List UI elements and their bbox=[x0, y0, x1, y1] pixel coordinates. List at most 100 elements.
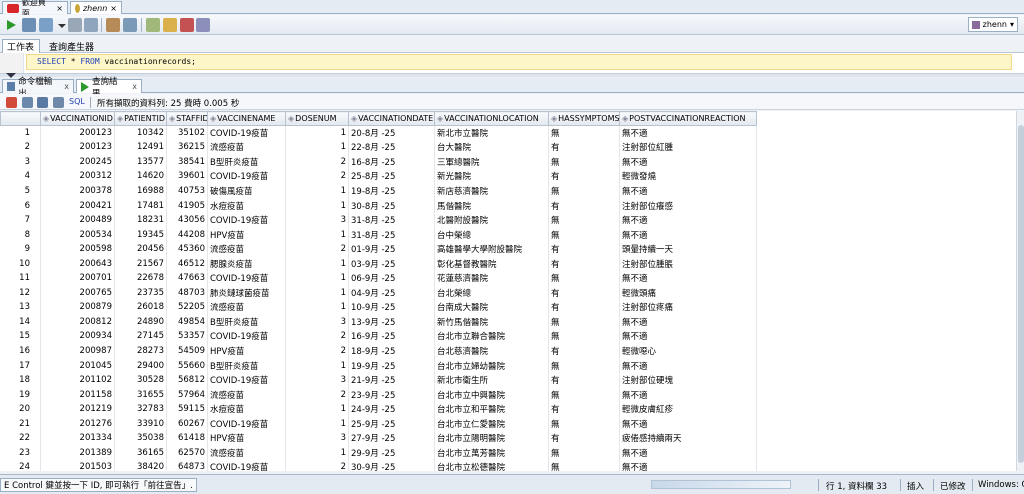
table-cell[interactable]: 25-8月 -25 bbox=[348, 169, 435, 184]
table-cell[interactable]: 23735 bbox=[114, 285, 167, 301]
table-cell[interactable]: HPV疫苗 bbox=[207, 430, 286, 446]
sql-button[interactable]: SQL bbox=[69, 97, 85, 106]
table-cell[interactable]: 無不適 bbox=[619, 460, 757, 471]
table-cell[interactable]: 200598 bbox=[40, 241, 115, 257]
table-cell[interactable]: 3 bbox=[285, 372, 349, 388]
table-cell[interactable]: 200701 bbox=[40, 270, 115, 286]
table-cell[interactable]: 36215 bbox=[166, 140, 208, 155]
table-cell[interactable]: B型肝炎疫苗 bbox=[207, 314, 286, 330]
table-cell[interactable]: 1 bbox=[285, 125, 349, 141]
table-cell[interactable]: HPV疫苗 bbox=[207, 227, 286, 242]
table-cell[interactable]: 無 bbox=[548, 270, 620, 286]
table-row[interactable]: 9 200598 20456 45360 流感疫苗 2 01-9月 -25 高雄醫學大學附設醫… bbox=[0, 241, 757, 257]
table-cell[interactable]: 13577 bbox=[114, 154, 167, 170]
table-cell[interactable]: 彰化基督教醫院 bbox=[434, 256, 549, 271]
table-cell[interactable]: 14620 bbox=[114, 169, 167, 184]
table-row[interactable]: 11 200701 22678 47663 COVID-19疫苗 1 06-9月 -25 花蓮… bbox=[0, 270, 757, 286]
table-cell[interactable]: 201102 bbox=[40, 372, 115, 388]
table-cell[interactable]: 24890 bbox=[114, 314, 167, 330]
table-cell[interactable]: 30528 bbox=[114, 372, 167, 388]
table-cell[interactable]: 台大醫院 bbox=[434, 140, 549, 155]
table-cell[interactable]: COVID-19疫苗 bbox=[207, 460, 286, 471]
table-row[interactable]: 4 200312 14620 39601 COVID-19疫苗 2 25-8月 -25 新光醫… bbox=[0, 169, 757, 184]
table-cell[interactable]: 1 bbox=[285, 285, 349, 301]
table-cell[interactable]: 39601 bbox=[166, 169, 208, 184]
table-cell[interactable]: 200534 bbox=[40, 227, 115, 242]
table-cell[interactable]: COVID-19疫苗 bbox=[207, 169, 286, 184]
table-cell[interactable]: 31-8月 -25 bbox=[348, 212, 435, 228]
row-number[interactable]: 13 bbox=[0, 300, 41, 315]
table-cell[interactable]: COVID-19疫苗 bbox=[207, 270, 286, 286]
table-cell[interactable]: 28273 bbox=[114, 343, 167, 359]
table-cell[interactable]: 2 bbox=[285, 241, 349, 257]
table-cell[interactable]: 200812 bbox=[40, 314, 115, 330]
table-cell[interactable]: 花蓮慈濟醫院 bbox=[434, 270, 549, 286]
table-cell[interactable]: 49854 bbox=[166, 314, 208, 330]
table-cell[interactable]: 疲倦感持續兩天 bbox=[619, 430, 757, 446]
table-cell[interactable]: 29400 bbox=[114, 358, 167, 373]
table-cell[interactable]: 1 bbox=[285, 183, 349, 199]
table-cell[interactable]: 無不適 bbox=[619, 387, 757, 402]
column-header[interactable]: ◈DOSENUM bbox=[285, 111, 349, 126]
autotrace-icon[interactable] bbox=[106, 18, 120, 32]
row-number[interactable]: 9 bbox=[0, 241, 41, 257]
vertical-scrollbar[interactable] bbox=[1016, 111, 1024, 471]
table-cell[interactable]: COVID-19疫苗 bbox=[207, 372, 286, 388]
rollback-icon[interactable] bbox=[68, 18, 82, 32]
history-icon[interactable] bbox=[180, 18, 194, 32]
table-cell[interactable]: COVID-19疫苗 bbox=[207, 125, 286, 141]
table-cell[interactable]: 無不適 bbox=[619, 358, 757, 373]
table-cell[interactable]: 64873 bbox=[166, 460, 208, 471]
column-header[interactable]: ◈HASSYMPTOMS bbox=[548, 111, 620, 126]
refresh-icon[interactable] bbox=[37, 97, 48, 108]
column-header[interactable]: ◈VACCINENAME bbox=[207, 111, 286, 126]
table-cell[interactable]: 無不適 bbox=[619, 227, 757, 242]
table-cell[interactable]: 台北榮總 bbox=[434, 285, 549, 301]
table-cell[interactable]: 32783 bbox=[114, 401, 167, 417]
row-number[interactable]: 22 bbox=[0, 430, 41, 446]
table-cell[interactable]: 有 bbox=[548, 285, 620, 301]
table-cell[interactable]: 54509 bbox=[166, 343, 208, 359]
table-cell[interactable]: 3 bbox=[285, 314, 349, 330]
table-cell[interactable]: 18231 bbox=[114, 212, 167, 228]
table-cell[interactable]: 04-9月 -25 bbox=[348, 285, 435, 301]
table-cell[interactable]: 2 bbox=[285, 387, 349, 402]
row-number[interactable]: 21 bbox=[0, 416, 41, 431]
table-cell[interactable]: 200421 bbox=[40, 198, 115, 213]
table-cell[interactable]: 18-9月 -25 bbox=[348, 343, 435, 359]
table-cell[interactable]: 41905 bbox=[166, 198, 208, 213]
table-cell[interactable]: 43056 bbox=[166, 212, 208, 228]
table-cell[interactable]: 30-8月 -25 bbox=[348, 198, 435, 213]
table-cell[interactable]: 注射部位疼痛 bbox=[619, 300, 757, 315]
table-cell[interactable]: 06-9月 -25 bbox=[348, 270, 435, 286]
table-cell[interactable]: 腮腺炎疫苗 bbox=[207, 256, 286, 271]
table-cell[interactable]: 無不適 bbox=[619, 329, 757, 344]
table-cell[interactable]: 無 bbox=[548, 212, 620, 228]
table-cell[interactable]: 破傷風疫苗 bbox=[207, 183, 286, 199]
table-cell[interactable]: 29-9月 -25 bbox=[348, 445, 435, 461]
table-cell[interactable]: 2 bbox=[285, 460, 349, 471]
row-number[interactable]: 20 bbox=[0, 401, 41, 417]
clear-icon[interactable] bbox=[163, 18, 177, 32]
table-cell[interactable]: 44208 bbox=[166, 227, 208, 242]
table-cell[interactable]: 注射部位癢感 bbox=[619, 198, 757, 213]
run-statement-icon[interactable] bbox=[4, 18, 18, 32]
table-cell[interactable]: 201158 bbox=[40, 387, 115, 402]
editor-results-splitter[interactable] bbox=[0, 73, 1024, 78]
table-cell[interactable]: 注射部位紅腫 bbox=[619, 140, 757, 155]
sql-tuning-icon[interactable] bbox=[123, 18, 137, 32]
table-cell[interactable]: 輕微發燒 bbox=[619, 169, 757, 184]
table-cell[interactable]: 無 bbox=[548, 329, 620, 344]
row-number[interactable]: 7 bbox=[0, 212, 41, 228]
table-row[interactable]: 2 200123 12491 36215 流感疫苗 1 22-8月 -25 台大醫院有注射部位… bbox=[0, 140, 757, 155]
table-cell[interactable]: 19-8月 -25 bbox=[348, 183, 435, 199]
table-cell[interactable]: 無不適 bbox=[619, 314, 757, 330]
table-cell[interactable]: 27-9月 -25 bbox=[348, 430, 435, 446]
table-cell[interactable]: 1 bbox=[285, 358, 349, 373]
table-cell[interactable]: 22-8月 -25 bbox=[348, 140, 435, 155]
table-cell[interactable]: 200987 bbox=[40, 343, 115, 359]
table-cell[interactable]: 45360 bbox=[166, 241, 208, 257]
table-row[interactable]: 7 200489 18231 43056 COVID-19疫苗 3 31-8月 -25 北醫附… bbox=[0, 212, 757, 228]
close-icon[interactable]: × bbox=[56, 4, 63, 13]
table-cell[interactable]: 有 bbox=[548, 372, 620, 388]
